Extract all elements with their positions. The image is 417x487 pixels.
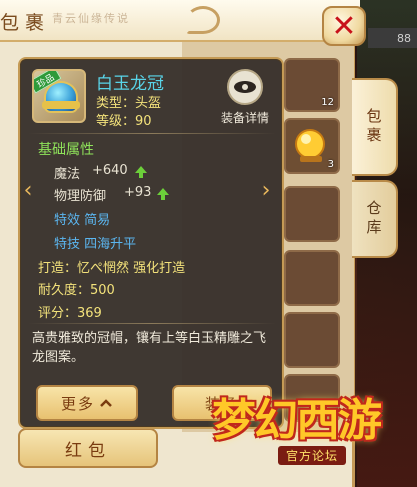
title-decoration: 青云仙缘传说 xyxy=(52,12,130,25)
stat-value-physical-defense: +93 xyxy=(124,185,152,200)
game-logo: 梦幻西游 官方论坛 xyxy=(212,378,412,478)
tab-bag[interactable]: 包裹 xyxy=(352,78,398,176)
close-button[interactable]: ✕ xyxy=(322,6,366,46)
durability: 耐久度：500 xyxy=(38,283,115,298)
special-effect: 特效 简易 xyxy=(54,213,111,228)
detail-button-label: 装备详情 xyxy=(220,111,269,125)
divider xyxy=(28,133,276,134)
score: 评分：369 xyxy=(38,306,102,321)
inventory-slot[interactable] xyxy=(284,186,340,242)
inventory-slot[interactable] xyxy=(284,250,340,306)
item-icon-slot: 珍品 xyxy=(32,69,86,123)
item-count: 12 xyxy=(321,97,334,108)
special-skill: 特技 四海升平 xyxy=(54,237,137,252)
logo-title: 梦幻西游 xyxy=(212,395,382,446)
stat-label-magic: 魔法 xyxy=(54,167,81,182)
item-detail-popup: 珍品 白玉龙冠 类型：头盔 等级：90 装备详情 基础属性 魔法 +640 物理… xyxy=(18,57,284,429)
divider xyxy=(28,323,276,324)
item-description: 高贵雅致的冠帽，镶有上等白玉精雕之飞龙图案。 xyxy=(32,331,267,365)
forge-info: 打造：忆ぺ惘然 强化打造 xyxy=(38,261,186,276)
more-button[interactable]: 更多 xyxy=(36,385,138,421)
stat-label-physical-defense: 物理防御 xyxy=(54,189,107,204)
item-count: 3 xyxy=(327,159,334,170)
increase-arrow-icon xyxy=(135,166,147,178)
next-item-arrow-icon[interactable]: › xyxy=(258,180,274,202)
red-packet-button[interactable]: 红包 xyxy=(18,428,158,468)
bag-titlebar: 包裹 青云仙缘传说 xyxy=(0,0,360,42)
increase-arrow-icon xyxy=(157,188,169,200)
close-icon: ✕ xyxy=(331,8,357,44)
inventory-slot[interactable] xyxy=(284,312,340,368)
bag-title: 包裹 xyxy=(0,12,51,34)
equipment-detail-button[interactable]: 装备详情 xyxy=(212,69,278,127)
more-button-label: 更多 xyxy=(60,394,95,413)
helmet-band-icon xyxy=(42,101,80,109)
stat-value-magic: +640 xyxy=(92,163,128,178)
item-level: 等级：90 xyxy=(96,114,152,129)
inventory-slot[interactable]: 12 xyxy=(284,58,340,112)
eye-icon xyxy=(227,69,263,105)
status-counter: 88 xyxy=(368,28,417,48)
logo-subtitle: 官方论坛 xyxy=(278,446,347,465)
swirl-ornament-icon xyxy=(186,6,220,34)
item-name: 白玉龙冠 xyxy=(96,74,164,94)
item-type: 类型：头盔 xyxy=(96,96,162,111)
section-title-basic-attributes: 基础属性 xyxy=(38,142,94,158)
tab-warehouse[interactable]: 仓库 xyxy=(352,180,398,258)
chevron-up-icon xyxy=(100,399,112,407)
prev-item-arrow-icon[interactable]: ‹ xyxy=(20,180,36,202)
inventory-slot[interactable]: 3 xyxy=(284,118,340,174)
